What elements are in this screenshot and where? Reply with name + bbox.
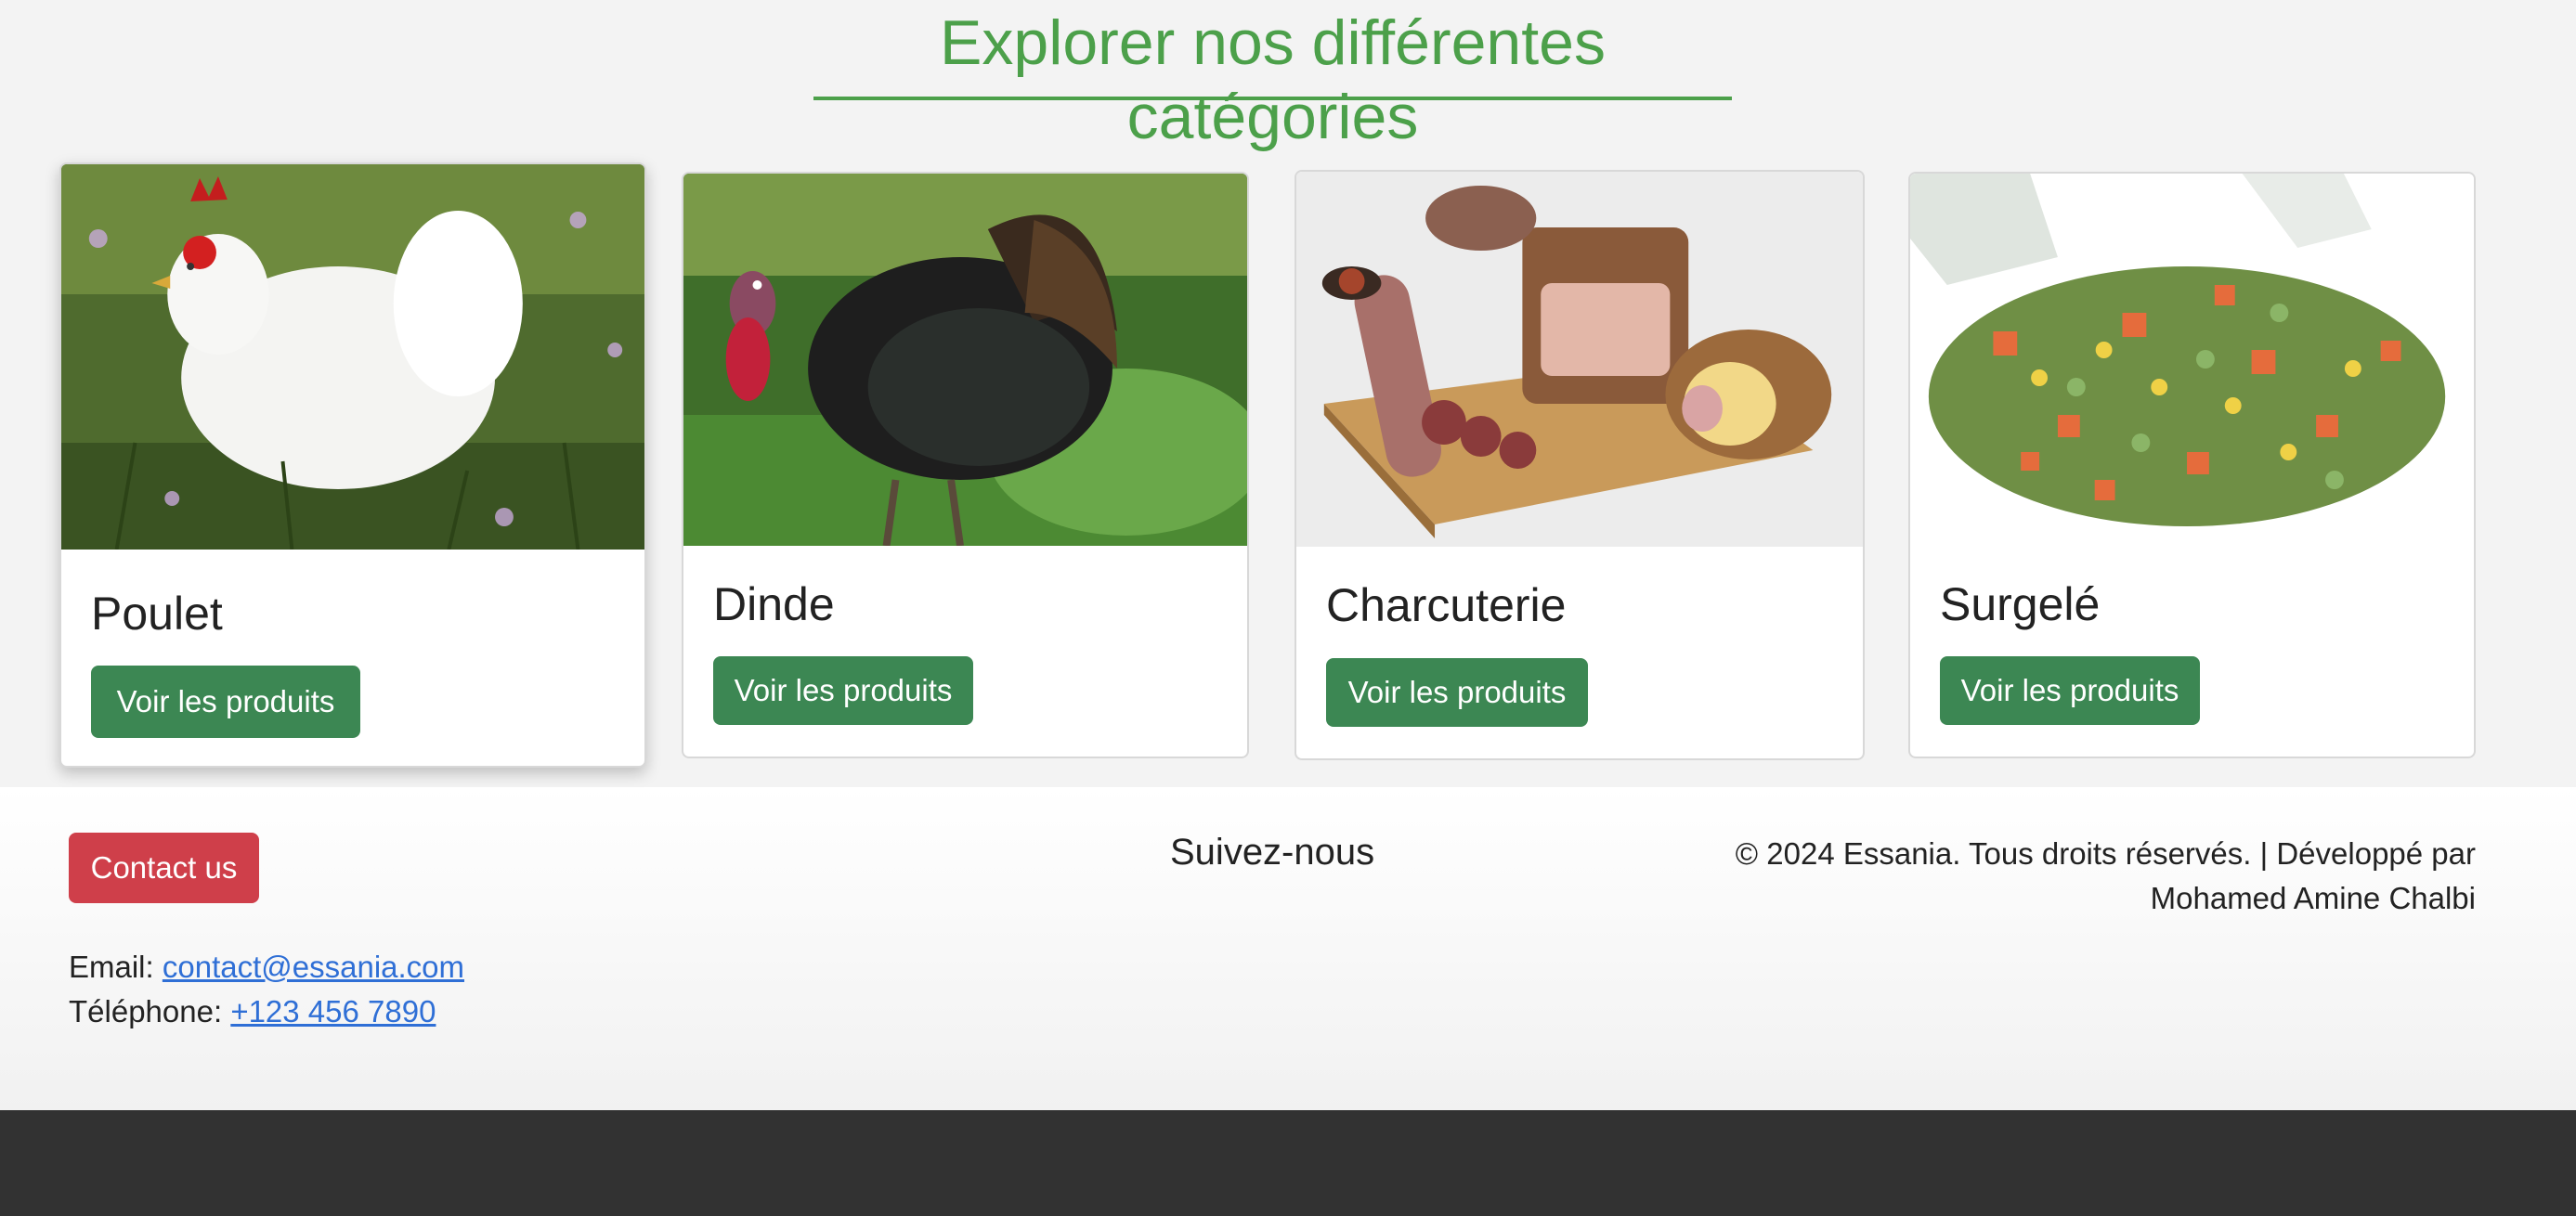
- follow-us-heading: Suivez-nous: [1170, 832, 1375, 873]
- section-title: Explorer nos différentes catégories: [940, 7, 1606, 152]
- category-title: Charcuterie: [1326, 579, 1567, 631]
- email-label: Email:: [69, 950, 154, 984]
- email-line: Email: contact@essania.com: [69, 950, 464, 985]
- category-card-poulet: Poulet Voir les produits: [59, 162, 646, 768]
- phone-label: Téléphone:: [69, 994, 223, 1028]
- bottom-bar: [0, 1110, 2576, 1216]
- category-title: Dinde: [713, 578, 835, 630]
- category-card-charcuterie: Charcuterie Voir les produits: [1295, 170, 1865, 760]
- contact-us-button[interactable]: Contact us: [69, 833, 259, 903]
- chicken-photo-icon[interactable]: [61, 164, 644, 550]
- footer: Contact us Email: contact@essania.com Té…: [0, 787, 2576, 1110]
- phone-link[interactable]: +123 456 7890: [230, 994, 436, 1028]
- category-card-dinde: Dinde Voir les produits: [682, 172, 1249, 758]
- view-products-button-charcuterie[interactable]: Voir les produits: [1326, 658, 1588, 727]
- category-title: Poulet: [91, 588, 223, 640]
- title-underline: [813, 97, 1732, 100]
- category-title: Surgelé: [1940, 578, 2101, 630]
- phone-line: Téléphone: +123 456 7890: [69, 994, 436, 1029]
- turkey-photo-icon[interactable]: [683, 174, 1247, 546]
- view-products-button-poulet[interactable]: Voir les produits: [91, 666, 360, 738]
- view-products-button-dinde[interactable]: Voir les produits: [713, 656, 973, 725]
- view-products-button-surgele[interactable]: Voir les produits: [1940, 656, 2200, 725]
- category-card-surgele: Surgelé Voir les produits: [1908, 172, 2476, 758]
- email-link[interactable]: contact@essania.com: [163, 950, 464, 984]
- charcuterie-photo-icon[interactable]: [1296, 172, 1863, 547]
- developer-credit: Mohamed Amine Chalbi: [2150, 881, 2476, 915]
- copyright-line: © 2024 Essania. Tous droits réservés. | …: [1735, 836, 2476, 871]
- frozen-vegetables-photo-icon[interactable]: [1910, 174, 2474, 545]
- copyright-text: © 2024 Essania. Tous droits réservés. | …: [1640, 832, 2476, 921]
